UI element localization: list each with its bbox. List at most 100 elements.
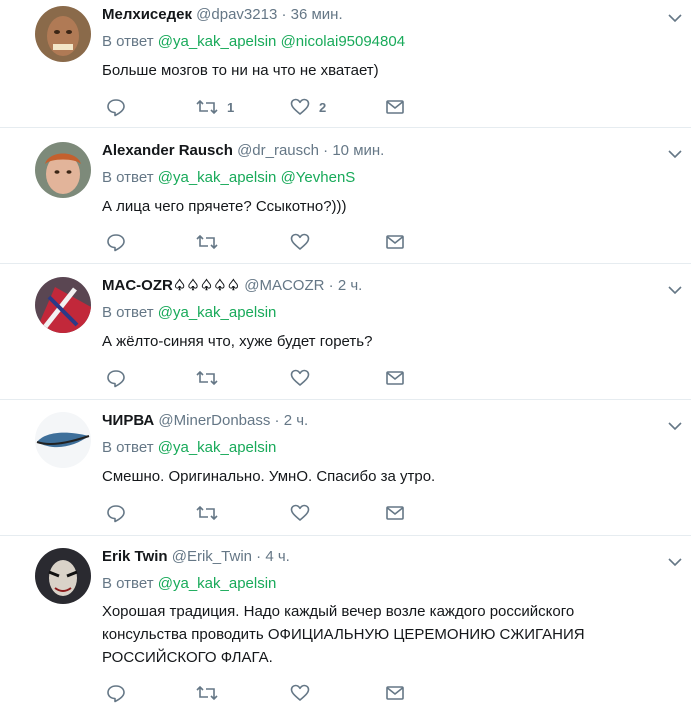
reply-icon	[107, 370, 125, 388]
tweet-actions	[102, 682, 422, 704]
tweet[interactable]: MAC-OZR♤♤♤♤♤ @MACOZR · 2 ч. В ответ @ya_…	[0, 264, 691, 400]
like-button[interactable]	[290, 231, 319, 253]
tweet-header: Alexander Rausch @dr_rausch · 10 мин.	[102, 141, 384, 161]
like-button[interactable]: 2	[290, 96, 326, 118]
like-button[interactable]	[290, 367, 319, 389]
reply-prefix: В ответ	[102, 169, 154, 186]
like-button[interactable]	[290, 502, 319, 524]
chevron-down-icon[interactable]	[668, 418, 682, 431]
retweet-icon	[196, 370, 218, 386]
username[interactable]: @dr_rausch	[237, 142, 319, 159]
tweet-actions	[102, 502, 422, 524]
chevron-down-icon[interactable]	[668, 282, 682, 295]
timestamp[interactable]: 2 ч.	[284, 412, 309, 429]
display-name[interactable]: ЧИРВА	[102, 412, 154, 429]
tweet-header: Erik Twin @Erik_Twin · 4 ч.	[102, 547, 290, 567]
username[interactable]: @MinerDonbass	[158, 412, 270, 429]
tweet[interactable]: ЧИРВА @MinerDonbass · 2 ч. В ответ @ya_k…	[0, 400, 691, 536]
retweet-icon	[196, 234, 218, 250]
chevron-down-icon[interactable]	[668, 146, 682, 159]
envelope-icon	[386, 686, 404, 700]
like-count: 2	[319, 99, 327, 115]
direct-message-button[interactable]	[385, 682, 405, 704]
direct-message-button[interactable]	[385, 367, 405, 389]
heart-icon	[290, 369, 310, 386]
separator: ·	[274, 412, 280, 429]
reply-button[interactable]	[106, 96, 126, 118]
envelope-icon	[386, 371, 404, 385]
separator: ·	[323, 142, 329, 159]
tweet-text: А жёлто-синяя что, хуже будет гореть?	[102, 333, 373, 350]
mention-link[interactable]: @ya_kak_apelsin	[158, 169, 277, 186]
tweet[interactable]: Alexander Rausch @dr_rausch · 10 мин. В …	[0, 128, 691, 264]
reply-icon	[107, 99, 125, 117]
retweet-button[interactable]	[196, 231, 227, 253]
avatar[interactable]	[35, 6, 91, 62]
reply-icon	[107, 685, 125, 703]
reply-prefix: В ответ	[102, 439, 154, 456]
username[interactable]: @MACOZR	[244, 277, 324, 294]
retweet-icon	[196, 685, 218, 701]
retweet-button[interactable]: 1	[196, 96, 234, 118]
retweet-button[interactable]	[196, 682, 227, 704]
mention-link[interactable]: @ya_kak_apelsin	[158, 439, 277, 456]
mention-link[interactable]: @ya_kak_apelsin	[158, 304, 277, 321]
tweet[interactable]: Мелхиседек @dpav3213 · 36 мин. В ответ @…	[0, 0, 691, 128]
tweet-header: ЧИРВА @MinerDonbass · 2 ч.	[102, 411, 308, 431]
display-name[interactable]: MAC-OZR♤♤♤♤♤	[102, 277, 240, 294]
tweet-actions	[102, 367, 422, 389]
reply-button[interactable]	[106, 231, 126, 253]
separator: ·	[281, 6, 287, 23]
avatar[interactable]	[35, 277, 91, 333]
separator: ·	[256, 548, 262, 565]
reply-context: В ответ @ya_kak_apelsin @nicolai95094804	[102, 32, 405, 52]
direct-message-button[interactable]	[385, 231, 405, 253]
avatar[interactable]	[35, 412, 91, 468]
reply-context: В ответ @ya_kak_apelsin	[102, 438, 276, 458]
timestamp[interactable]: 4 ч.	[265, 548, 290, 565]
avatar[interactable]	[35, 142, 91, 198]
reply-prefix: В ответ	[102, 304, 154, 321]
chevron-down-icon[interactable]	[668, 554, 682, 567]
mention-link[interactable]: @ya_kak_apelsin	[158, 33, 277, 50]
direct-message-button[interactable]	[385, 96, 405, 118]
reply-prefix: В ответ	[102, 33, 154, 50]
retweet-count: 1	[227, 99, 235, 115]
chevron-down-icon[interactable]	[668, 10, 682, 23]
heart-icon	[290, 233, 310, 250]
username[interactable]: @Erik_Twin	[172, 548, 252, 565]
reply-button[interactable]	[106, 367, 126, 389]
reply-context: В ответ @ya_kak_apelsin @YevhenS	[102, 168, 355, 188]
retweet-icon	[196, 99, 218, 115]
mention-link[interactable]: @nicolai95094804	[281, 33, 406, 50]
reply-icon	[107, 234, 125, 252]
display-name[interactable]: Erik Twin	[102, 548, 168, 565]
retweet-button[interactable]	[196, 367, 227, 389]
reply-button[interactable]	[106, 502, 126, 524]
tweet[interactable]: Erik Twin @Erik_Twin · 4 ч. В ответ @ya_…	[0, 536, 691, 703]
display-name[interactable]: Alexander Rausch	[102, 142, 233, 159]
heart-icon	[290, 504, 310, 521]
display-name[interactable]: Мелхиседек	[102, 6, 192, 23]
tweet-text: Смешно. Оригинально. УмнО. Спасибо за ут…	[102, 468, 436, 485]
tweet-header: MAC-OZR♤♤♤♤♤ @MACOZR · 2 ч.	[102, 276, 362, 296]
mention-link[interactable]: @YevhenS	[281, 169, 356, 186]
retweet-button[interactable]	[196, 502, 227, 524]
timestamp[interactable]: 10 мин.	[332, 142, 384, 159]
tweet-text: Хорошая традиция. Надо каждый вечер возл…	[102, 603, 585, 666]
like-button[interactable]	[290, 682, 319, 704]
tweet-header: Мелхиседек @dpav3213 · 36 мин.	[102, 5, 343, 25]
reply-context: В ответ @ya_kak_apelsin	[102, 303, 276, 323]
timestamp[interactable]: 36 мин.	[291, 6, 343, 23]
mention-link[interactable]: @ya_kak_apelsin	[158, 575, 277, 592]
heart-icon	[290, 98, 310, 115]
separator: ·	[328, 277, 334, 294]
envelope-icon	[386, 100, 404, 114]
reply-context: В ответ @ya_kak_apelsin	[102, 574, 276, 594]
timestamp[interactable]: 2 ч.	[338, 277, 363, 294]
avatar[interactable]	[35, 548, 91, 604]
retweet-icon	[196, 505, 218, 521]
username[interactable]: @dpav3213	[196, 6, 277, 23]
direct-message-button[interactable]	[385, 502, 405, 524]
reply-button[interactable]	[106, 682, 126, 704]
